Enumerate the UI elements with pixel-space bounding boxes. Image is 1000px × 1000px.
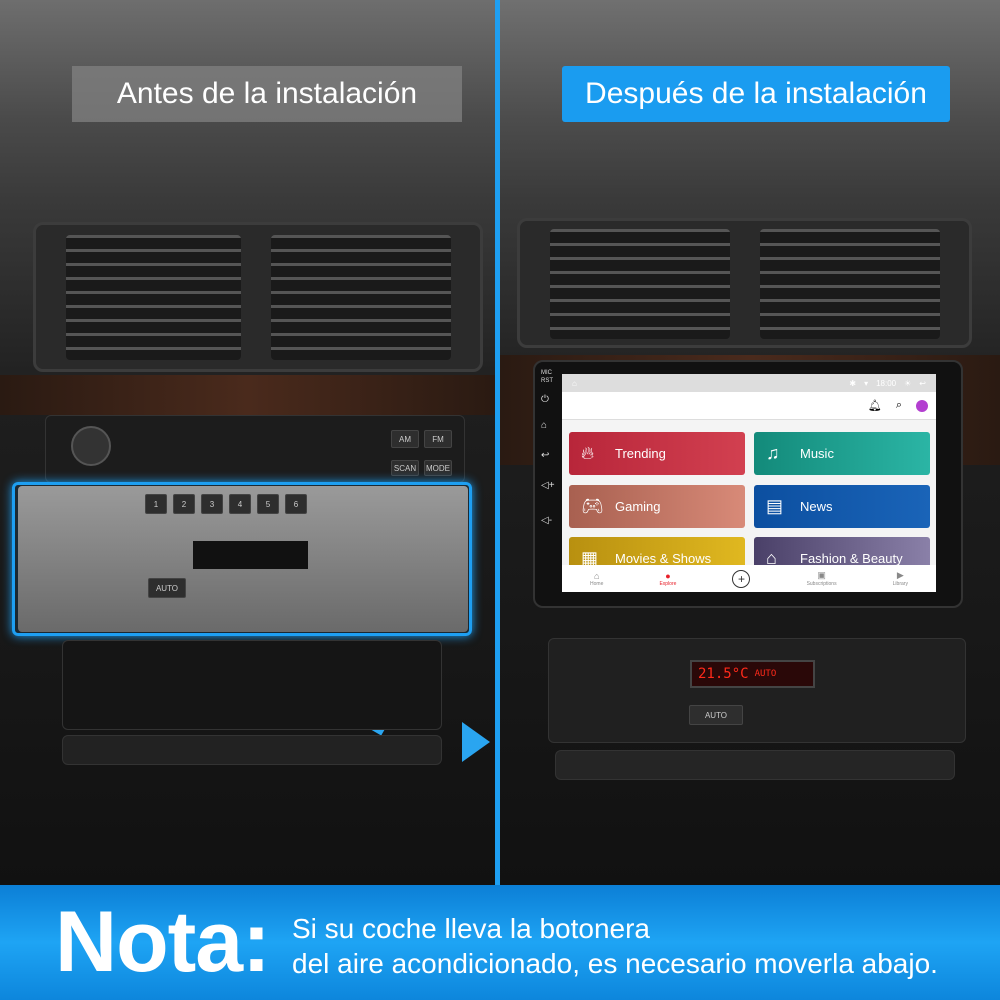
home-icon: ⌂ xyxy=(593,570,600,581)
wifi-icon: ▾ xyxy=(864,378,869,388)
arrow-icon xyxy=(462,722,490,762)
library-icon: ▶ xyxy=(896,570,904,580)
wood-trim xyxy=(0,375,495,415)
plus-icon: + xyxy=(732,569,751,588)
air-vents xyxy=(33,222,483,372)
nav-explore[interactable]: ● Explore xyxy=(659,571,676,587)
nav-create[interactable]: + xyxy=(732,569,751,588)
nav-subscriptions[interactable]: ▣ Subscriptions xyxy=(807,570,837,587)
bottom-nav: ⌂ Home ● Explore + ▣ Subscriptions ▶ Library xyxy=(562,565,936,592)
home-icon: ⌂ xyxy=(572,378,577,388)
flame-icon: 🔥︎ xyxy=(581,443,595,463)
after-installation-photo: Después de la instalación MIC RST ⏻ ⌂ ↩ … xyxy=(500,0,1000,885)
back-icon[interactable]: ↩ xyxy=(541,450,549,461)
back-icon: ↩ xyxy=(919,378,926,388)
auto-button: AUTO xyxy=(148,578,186,598)
subscriptions-icon: ▣ xyxy=(817,570,826,580)
tile-gaming[interactable]: 🎮︎ Gaming xyxy=(569,485,745,528)
compass-icon: ● xyxy=(665,570,671,581)
climate-display: 21.5°C AUTO xyxy=(690,660,815,688)
newspaper-icon: ▤ xyxy=(766,496,784,516)
home-icon[interactable]: ⌂ xyxy=(541,420,547,431)
status-bar: ⌂ ✱ ▾ 18:00 ☀ ↩ xyxy=(562,374,936,392)
clock: 18:00 xyxy=(876,378,897,388)
before-installation-photo: Antes de la instalación AM FM SCAN MODE … xyxy=(0,0,495,885)
brightness-icon: ☀ xyxy=(904,378,912,388)
note-line-1: Si su coche lleva la botonera xyxy=(292,913,650,944)
scan-button: SCAN xyxy=(391,460,419,476)
fm-button: FM xyxy=(424,430,452,448)
nav-home[interactable]: ⌂ Home xyxy=(590,571,603,587)
gamepad-icon: 🎮︎ xyxy=(581,496,604,516)
tile-music[interactable]: ♫ Music xyxy=(754,432,930,475)
bluetooth-icon: ✱ xyxy=(849,378,857,388)
tile-trending[interactable]: 🔥︎ Trending xyxy=(569,432,745,475)
climate-control-panel: 1 2 3 4 5 6 AUTO xyxy=(18,486,468,632)
bell-icon[interactable]: 🔔︎ xyxy=(868,399,882,412)
music-note-icon: ♫ xyxy=(766,443,780,463)
head-unit: MIC RST ⏻ ⌂ ↩ ◁+ ◁- ⌂ ✱ ▾ 18:00 ☀ ↩ 🔔︎ ⌕ 🔥… xyxy=(533,360,963,608)
power-icon[interactable]: ⏻ xyxy=(541,394,549,405)
note-line-2: del aire acondicionado, es necesario mov… xyxy=(292,948,938,979)
after-title: Después de la instalación xyxy=(562,66,950,122)
avatar[interactable] xyxy=(916,399,928,412)
air-vents xyxy=(517,218,972,348)
volume-down-icon[interactable]: ◁- xyxy=(541,515,552,526)
storage-compartment xyxy=(62,640,442,730)
volume-up-icon[interactable]: ◁+ xyxy=(541,480,555,491)
touch-screen[interactable]: ⌂ ✱ ▾ 18:00 ☀ ↩ 🔔︎ ⌕ 🔥︎ Trending ♫ Music 🎮︎ G… xyxy=(562,374,936,592)
nav-library[interactable]: ▶ Library xyxy=(893,570,908,587)
relocated-climate-panel: AUTO xyxy=(548,638,966,743)
auto-button: AUTO xyxy=(689,705,743,725)
tile-news[interactable]: ▤ News xyxy=(754,485,930,528)
am-button: AM xyxy=(391,430,419,448)
mode-button: MODE xyxy=(424,460,452,476)
stock-radio: AM FM SCAN MODE xyxy=(45,415,465,483)
app-bar: 🔔︎ ⌕ xyxy=(562,392,936,420)
before-title: Antes de la instalación xyxy=(72,66,462,122)
search-icon[interactable]: ⌕ xyxy=(896,399,902,412)
note-heading: Nota: xyxy=(55,894,271,990)
